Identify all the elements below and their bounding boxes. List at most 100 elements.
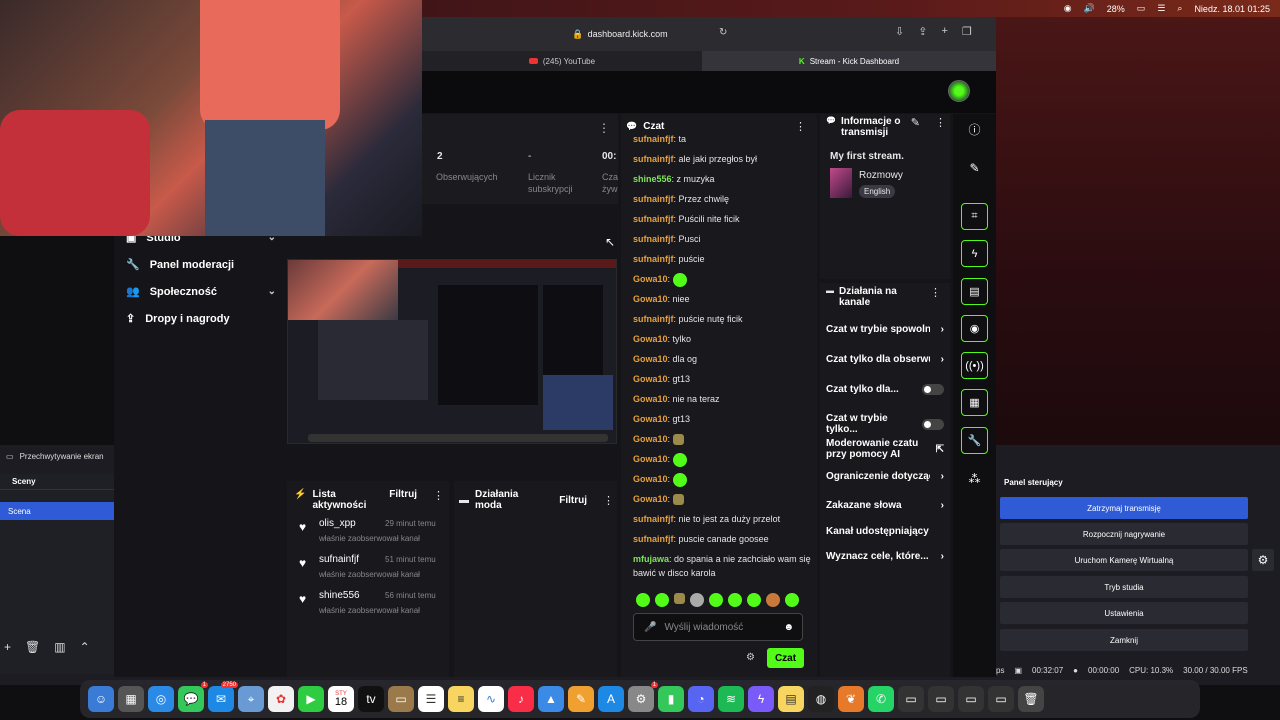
info-icon[interactable]: ⓘ: [961, 116, 988, 143]
emote-icon[interactable]: [766, 593, 780, 607]
chat-username[interactable]: sufnainfjf: [633, 194, 674, 204]
subscribers-only-toggle[interactable]: [922, 384, 944, 395]
obs-scene-item[interactable]: Scena: [0, 502, 114, 520]
emote-icon[interactable]: [709, 593, 723, 607]
set-goals-row[interactable]: Wyznacz cele, które... ›: [826, 551, 944, 562]
activity-filter-button[interactable]: Filtruj: [389, 489, 417, 500]
activity-username[interactable]: shine556: [319, 590, 360, 601]
search-icon[interactable]: ⌕: [1177, 3, 1182, 14]
chat-input[interactable]: 🎤 Wyślij wiadomość ☻: [633, 613, 803, 641]
launchpad-icon[interactable]: ▦: [118, 686, 144, 712]
mail-icon[interactable]: ✉ 2750: [208, 682, 238, 712]
chat-username[interactable]: sufnainfjf: [633, 234, 674, 244]
chat-username[interactable]: sufnainfjf: [633, 534, 674, 544]
followers-only-row[interactable]: Czat tylko dla obserwu ›: [826, 354, 944, 365]
up-arrow-icon[interactable]: ⌃: [80, 640, 90, 654]
sidebar-item-moderation[interactable]: 🔧 Panel moderacji: [126, 258, 276, 272]
studio-mode-button[interactable]: Tryb studia: [1000, 576, 1248, 598]
chat-username[interactable]: sufnainfjf: [633, 314, 674, 324]
facetime-icon[interactable]: ▶: [298, 686, 324, 712]
pencil-icon[interactable]: ✎: [911, 116, 920, 129]
emote-icon[interactable]: [747, 593, 761, 607]
chat-username[interactable]: sufnainfjf: [633, 254, 674, 264]
apple-tv-icon[interactable]: tv: [358, 686, 384, 712]
fl-studio-icon[interactable]: ❦: [838, 686, 864, 712]
clock[interactable]: Niedz. 18.01 01:25: [1194, 4, 1270, 14]
emote-icon[interactable]: [690, 593, 704, 607]
stream-preview[interactable]: [287, 259, 617, 444]
chat-username[interactable]: Gowa10: [633, 334, 668, 344]
trash-icon[interactable]: 🗑: [25, 640, 40, 654]
photos-icon[interactable]: ✿: [268, 686, 294, 712]
more-options-icon[interactable]: ⋮: [603, 494, 614, 507]
maps-icon[interactable]: ⌖: [238, 686, 264, 712]
document-icon[interactable]: ▤: [961, 278, 988, 305]
freeform-icon[interactable]: ∿: [478, 686, 504, 712]
start-virtual-camera-button[interactable]: Uruchom Kamerę Wirtualną: [1000, 549, 1248, 571]
battery-percent[interactable]: 28%: [1107, 4, 1125, 14]
reload-icon[interactable]: ↻: [719, 27, 727, 38]
emote-icon[interactable]: [728, 593, 742, 607]
minimized-window-icon[interactable]: ▭: [988, 686, 1014, 712]
whatsapp-icon[interactable]: ✆: [868, 686, 894, 712]
chat-username[interactable]: Gowa10: [633, 434, 668, 444]
messages-icon[interactable]: 💬 1: [178, 682, 208, 712]
chat-username[interactable]: shine556: [633, 174, 672, 184]
numbers-icon[interactable]: ▮: [658, 686, 684, 712]
chat-username[interactable]: Gowa10: [633, 454, 668, 464]
start-recording-button[interactable]: Rozpocznij nagrywanie: [1000, 523, 1248, 545]
emote-icon[interactable]: [655, 593, 669, 607]
chat-username[interactable]: sufnainfjf: [633, 154, 674, 164]
minimized-window-icon[interactable]: ▭: [928, 686, 954, 712]
slow-mode-row[interactable]: Czat w trybie spowolni ›: [826, 324, 944, 335]
chat-username[interactable]: Gowa10: [633, 354, 668, 364]
notes-icon[interactable]: ≡: [448, 686, 474, 712]
sidebar-item-drops[interactable]: ⇪ Dropy i nagrody: [126, 312, 276, 326]
obs-source-row[interactable]: ▭ Przechwytywanie ekran: [0, 446, 114, 466]
host-channel-row[interactable]: Kanał udostępniający: [826, 526, 944, 537]
chat-bubble-icon[interactable]: ◉: [961, 315, 988, 342]
address-bar[interactable]: 🔒 dashboard.kick.com: [500, 26, 740, 42]
finder-icon[interactable]: ☺: [88, 686, 114, 712]
more-options-icon[interactable]: ⋮: [930, 286, 941, 299]
chat-username[interactable]: sufnainfjf: [633, 514, 674, 524]
chat-username[interactable]: mfujawa: [633, 554, 669, 564]
tab-youtube[interactable]: (245) YouTube: [422, 51, 702, 71]
add-icon[interactable]: +: [4, 640, 11, 654]
safari-icon[interactable]: ◎: [148, 686, 174, 712]
ai-moderation-row[interactable]: Moderowanie czatu przy pomocy AI ⇱: [826, 438, 944, 460]
activity-username[interactable]: sufnainfjf: [319, 554, 359, 565]
more-options-icon[interactable]: ⋮: [433, 489, 444, 502]
emoji-icon[interactable]: ☻: [783, 622, 794, 633]
banned-words-row[interactable]: Zakazane słowa ›: [826, 500, 944, 511]
reminders-icon[interactable]: ☰: [418, 686, 444, 712]
stickies-icon[interactable]: ▤: [778, 686, 804, 712]
emote-icon[interactable]: [674, 593, 685, 604]
discord-icon[interactable]: ◔: [688, 686, 714, 712]
microphone-icon[interactable]: 🎤: [644, 622, 656, 633]
chat-username[interactable]: Gowa10: [633, 374, 668, 384]
messenger-icon[interactable]: ϟ: [748, 686, 774, 712]
more-options-icon[interactable]: ⋮: [935, 116, 946, 129]
chat-username[interactable]: Gowa10: [633, 474, 668, 484]
activity-username[interactable]: olis_xpp: [319, 518, 356, 529]
restrictions-row[interactable]: Ograniczenie dotycząc ›: [826, 471, 944, 482]
wrench-icon[interactable]: 🔧: [961, 427, 988, 454]
gear-icon[interactable]: ⚙: [1252, 549, 1274, 571]
chat-send-button[interactable]: Czat: [767, 648, 804, 668]
chat-username[interactable]: sufnainfjf: [633, 134, 674, 144]
category-name[interactable]: Rozmowy: [859, 170, 903, 181]
tab-kick-dashboard[interactable]: K Stream - Kick Dashboard: [702, 51, 996, 71]
chat-username[interactable]: sufnainfjf: [633, 214, 674, 224]
broadcast-icon[interactable]: ((•)): [961, 352, 988, 379]
community-icon[interactable]: ⁂: [961, 465, 988, 492]
calendar-icon[interactable]: STY 18: [328, 686, 354, 712]
system-settings-icon[interactable]: ⚙ 1: [628, 682, 658, 712]
chat-username[interactable]: Gowa10: [633, 494, 668, 504]
control-center-icon[interactable]: ☰: [1157, 3, 1165, 14]
wifi-icon[interactable]: ◉: [1064, 3, 1072, 14]
exit-button[interactable]: Zamknij: [1000, 629, 1248, 651]
tabs-overview-icon[interactable]: ❐: [962, 25, 972, 38]
chat-username[interactable]: Gowa10: [633, 394, 668, 404]
avatar[interactable]: [948, 80, 970, 102]
